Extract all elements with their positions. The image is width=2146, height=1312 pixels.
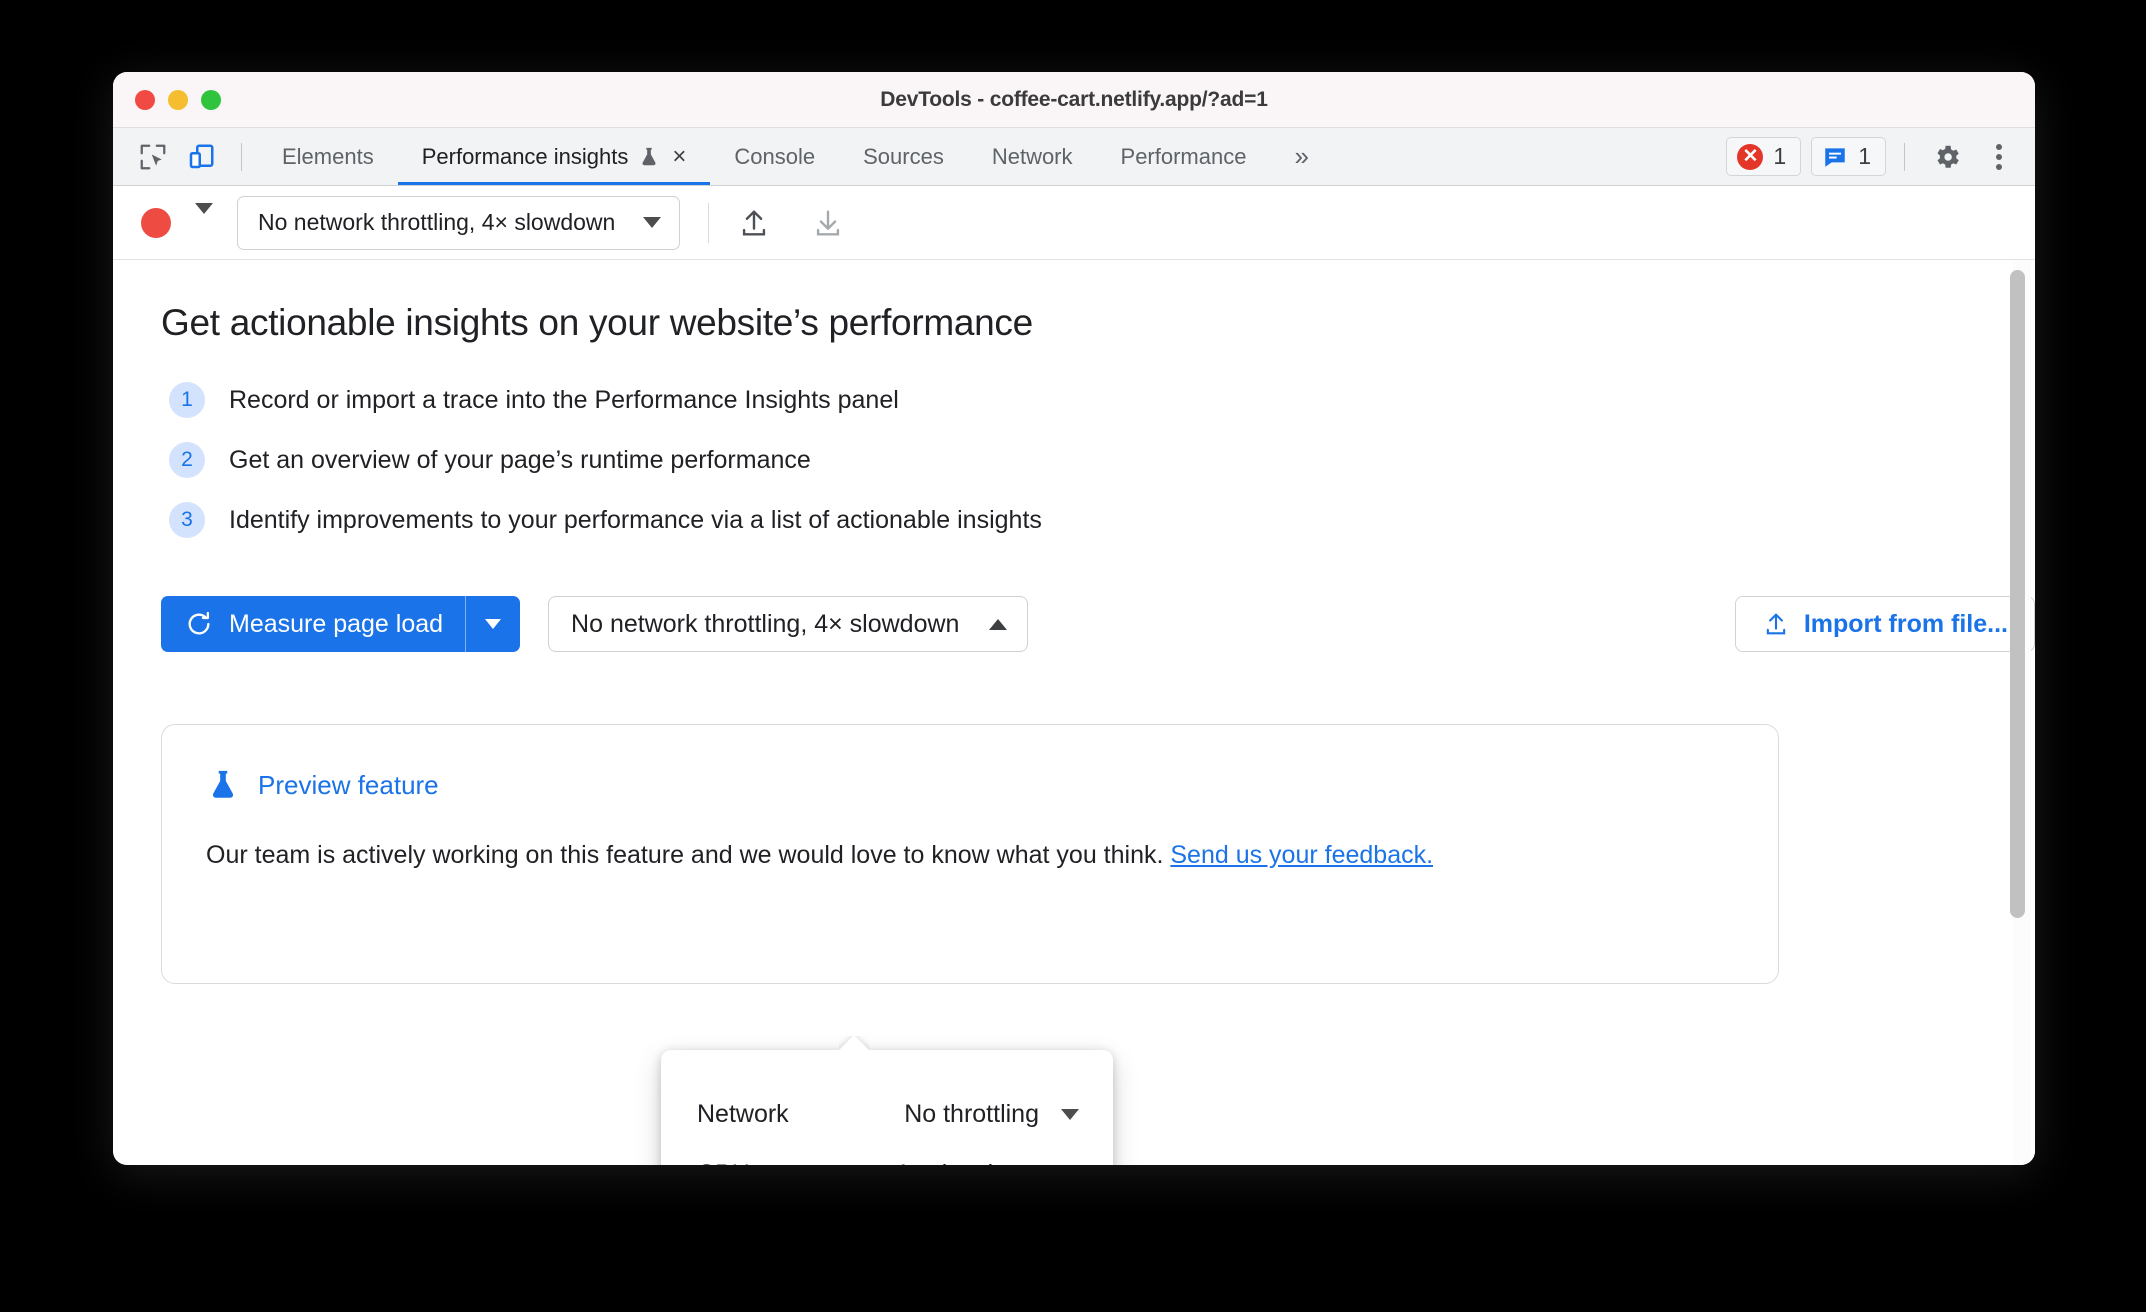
preview-feature-label: Preview feature (258, 769, 439, 800)
step-text: Identify improvements to your performanc… (229, 505, 1042, 534)
cpu-select[interactable]: 4× slowdown (894, 1160, 1079, 1166)
cpu-value: 4× slowdown (894, 1160, 1039, 1166)
chevron-down-icon (195, 202, 213, 231)
step-number: 3 (169, 502, 205, 538)
measure-page-load-dropdown[interactable] (466, 596, 520, 652)
list-item: 3 Identify improvements to your performa… (169, 502, 2035, 538)
refresh-icon (185, 610, 213, 638)
list-item: 1 Record or import a trace into the Perf… (169, 382, 2035, 418)
toolbar-throttling-select[interactable]: No network throttling, 4× slowdown (237, 195, 681, 250)
chevron-down-icon (1061, 1108, 1079, 1120)
devtools-tabbar: Elements Performance insights × Console … (113, 128, 2035, 186)
minimize-window-button[interactable] (168, 89, 188, 110)
toolbar-throttling-value: No network throttling, 4× slowdown (258, 209, 616, 235)
gear-icon[interactable] (1923, 136, 1971, 178)
cpu-label: CPU (697, 1160, 819, 1166)
preview-feature-body: Our team is actively working on this fea… (206, 837, 1706, 873)
tab-sources[interactable]: Sources (839, 128, 968, 185)
preview-feature-text: Our team is actively working on this fea… (206, 841, 1171, 869)
popup-row-network: Network No throttling (661, 1084, 1113, 1144)
kebab-menu-icon[interactable] (1981, 139, 2017, 175)
message-count-badge[interactable]: 1 (1811, 137, 1886, 176)
record-options-chevron[interactable] (187, 202, 221, 242)
device-toolbar-icon[interactable] (177, 136, 225, 178)
import-from-file-label: Import from file... (1803, 609, 2008, 638)
tab-performance[interactable]: Performance (1097, 128, 1271, 185)
step-text: Get an overview of your page’s runtime p… (229, 445, 811, 474)
tab-console-label: Console (734, 143, 816, 169)
popup-caret (839, 1036, 869, 1051)
content-scrollbar-thumb[interactable] (2010, 270, 2025, 918)
window-traffic-lights (135, 89, 221, 110)
tab-performance-label: Performance (1120, 143, 1247, 169)
performance-toolbar: No network throttling, 4× slowdown (113, 186, 2035, 260)
step-number: 1 (169, 382, 205, 418)
import-from-file-button[interactable]: Import from file... (1734, 596, 2035, 652)
throttling-settings-popup: Network No throttling CPU 4× slowdown (661, 1050, 1113, 1165)
status-divider (1904, 142, 1905, 171)
action-row: Measure page load No network throttling,… (161, 596, 2035, 652)
upload-icon (1762, 610, 1790, 638)
tab-network[interactable]: Network (968, 128, 1097, 185)
maximize-window-button[interactable] (201, 89, 221, 110)
more-tabs-button[interactable]: » (1270, 128, 1332, 185)
flask-icon (206, 767, 240, 803)
chevron-down-icon (485, 619, 502, 629)
tab-performance-insights[interactable]: Performance insights × (397, 128, 711, 185)
list-item: 2 Get an overview of your page’s runtime… (169, 442, 2035, 478)
tabbar-divider (241, 142, 242, 171)
tab-elements-label: Elements (282, 143, 374, 169)
step-text: Record or import a trace into the Perfor… (229, 385, 899, 414)
network-select[interactable]: No throttling (904, 1100, 1079, 1129)
message-bubble-icon (1822, 144, 1848, 170)
close-window-button[interactable] (135, 89, 155, 110)
throttling-settings-select[interactable]: No network throttling, 4× slowdown (548, 596, 1029, 652)
throttling-settings-value: No network throttling, 4× slowdown (571, 609, 960, 638)
window-titlebar: DevTools - coffee-cart.netlify.app/?ad=1 (113, 72, 2035, 128)
upload-icon[interactable] (725, 198, 783, 248)
record-button[interactable] (141, 207, 171, 238)
tab-elements[interactable]: Elements (258, 128, 398, 185)
measure-page-load-label: Measure page load (229, 609, 444, 638)
inspect-element-icon[interactable] (129, 136, 177, 178)
error-count: 1 (1773, 143, 1787, 169)
devtools-window: DevTools - coffee-cart.netlify.app/?ad=1… (113, 72, 2035, 1165)
tab-close-icon[interactable]: × (672, 144, 686, 169)
popup-row-cpu: CPU 4× slowdown (661, 1144, 1113, 1166)
measure-page-load-main[interactable]: Measure page load (161, 596, 465, 652)
send-feedback-link[interactable]: Send us your feedback. (1170, 841, 1433, 869)
flask-icon (638, 145, 660, 169)
chevron-down-icon (643, 217, 662, 228)
tab-sources-label: Sources (863, 143, 944, 169)
toolbar-divider (708, 202, 710, 243)
step-number: 2 (169, 442, 205, 478)
page-title: Get actionable insights on your website’… (161, 302, 1033, 343)
tab-network-label: Network (991, 143, 1073, 169)
steps-list: 1 Record or import a trace into the Perf… (169, 382, 2035, 538)
error-count-badge[interactable]: ✕ 1 (1726, 137, 1802, 176)
chevron-up-icon (989, 618, 1008, 630)
message-count: 1 (1858, 143, 1871, 169)
content-scrollbar-track[interactable] (2010, 260, 2031, 1165)
download-icon[interactable] (799, 198, 857, 248)
tab-console[interactable]: Console (710, 128, 839, 185)
preview-feature-card: Preview feature Our team is actively wor… (161, 724, 1779, 984)
tab-performance-insights-label: Performance insights (421, 143, 629, 169)
tabbar-status-area: ✕ 1 1 (1726, 136, 2035, 178)
network-value: No throttling (904, 1099, 1039, 1128)
chevron-double-right-icon: » (1294, 141, 1309, 171)
insights-landing-content: Get actionable insights on your website’… (113, 260, 2035, 1165)
preview-feature-header: Preview feature (206, 767, 1734, 803)
error-circle-icon: ✕ (1737, 143, 1764, 170)
network-label: Network (697, 1099, 789, 1128)
measure-page-load-button[interactable]: Measure page load (161, 596, 521, 652)
window-title: DevTools - coffee-cart.netlify.app/?ad=1 (880, 87, 1268, 111)
tab-list: Elements Performance insights × Console … (258, 128, 1333, 185)
